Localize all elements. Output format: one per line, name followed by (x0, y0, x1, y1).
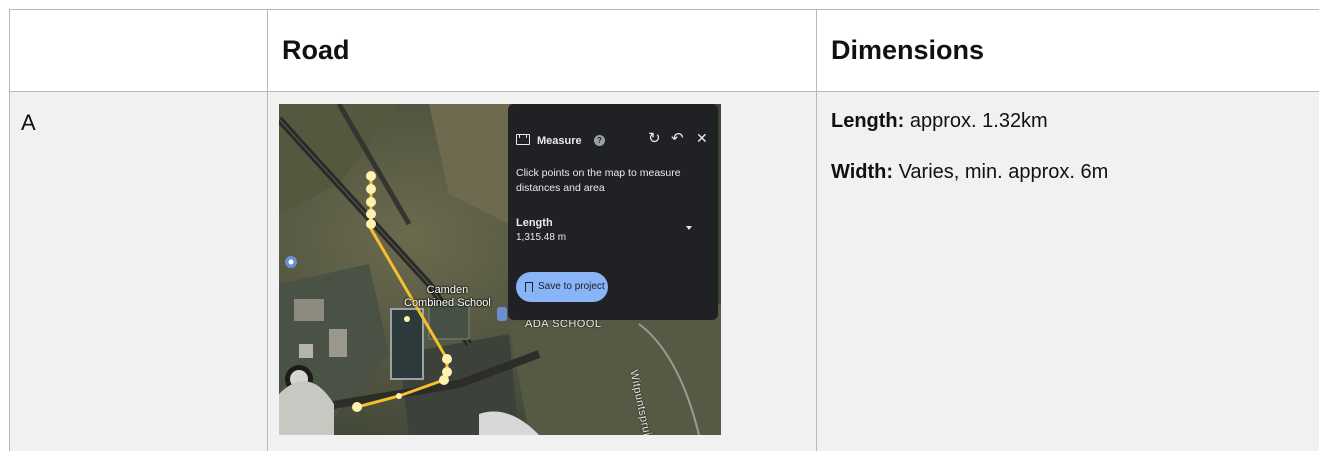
save-to-project-button[interactable]: Save to project (516, 272, 608, 302)
length-value: approx. 1.32km (904, 110, 1048, 132)
redo-icon[interactable]: ↻ (648, 131, 661, 146)
measure-length-value: 1,315.48 m (516, 232, 567, 243)
school-pin-icon (285, 256, 297, 268)
undo-icon[interactable]: ↶ (671, 131, 684, 146)
school-pin-icon-2 (497, 307, 507, 321)
width-line: Width: Varies, min. approx. 6m (831, 161, 1108, 184)
row-a-label-cell (9, 92, 267, 451)
row-a-dimensions-cell (817, 92, 1319, 451)
header-road: Road (282, 35, 350, 65)
row-label: A (21, 110, 36, 135)
map-place-label-line1: Camden (426, 284, 469, 296)
ruler-icon (516, 134, 530, 145)
map-place-label: Camden Combined School (404, 284, 491, 310)
length-line: Length: approx. 1.32km (831, 110, 1048, 133)
measure-panel: Measure ? ↻ ↶ ✕ Click points on the map … (508, 104, 718, 320)
length-label: Length: (831, 110, 905, 132)
save-to-project-label: Save to project (538, 281, 605, 292)
close-icon[interactable]: ✕ (696, 131, 708, 146)
dropdown-icon[interactable] (686, 226, 692, 230)
measure-description: Click points on the map to measure dista… (516, 167, 681, 194)
help-icon[interactable]: ? (594, 135, 605, 146)
bookmark-icon (525, 282, 533, 292)
header-dimensions: Dimensions (831, 35, 985, 65)
measure-length-label: Length (516, 217, 553, 229)
measure-title: Measure (537, 135, 582, 147)
map-place-label-line2: Combined School (404, 297, 491, 309)
width-label: Width: (831, 161, 894, 183)
width-value: Varies, min. approx. 6m (893, 161, 1109, 183)
road-map-image: Camden Combined School ADA SCHOOL Witpun… (279, 104, 721, 435)
